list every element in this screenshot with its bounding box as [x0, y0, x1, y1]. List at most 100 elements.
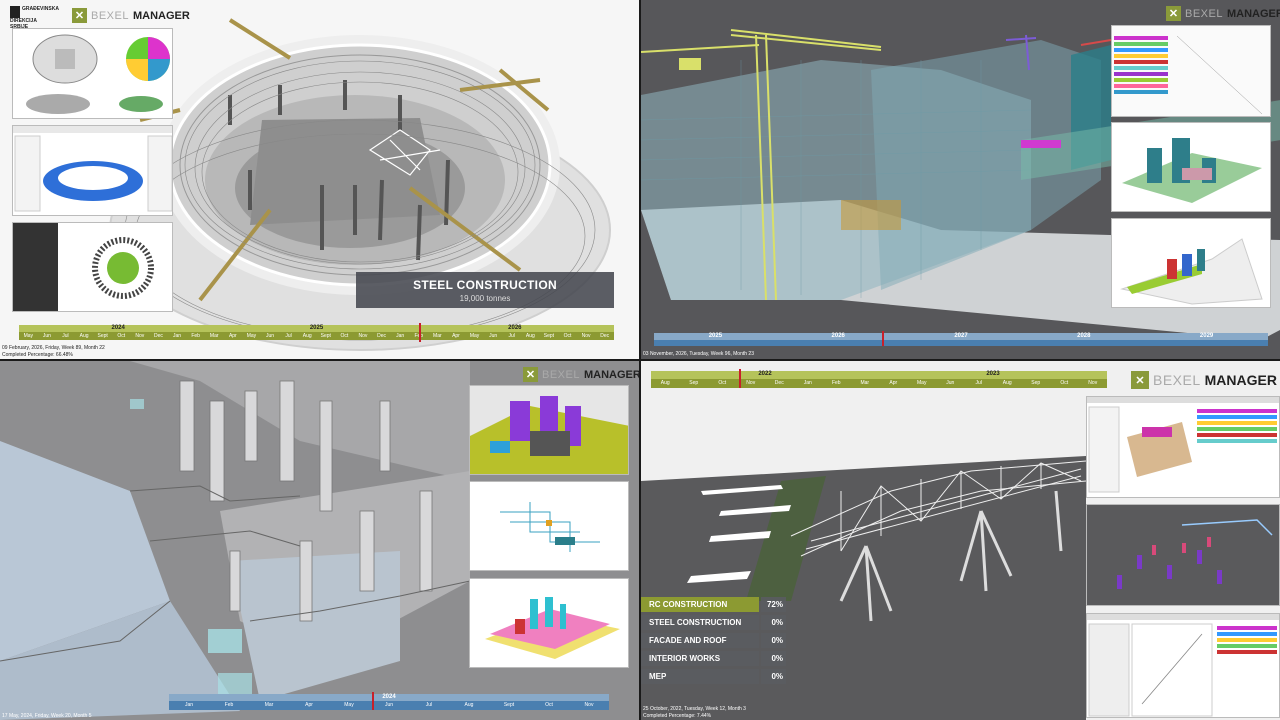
timeline-year: 2027	[954, 333, 968, 339]
thumbnail-model-teal[interactable]	[1111, 122, 1271, 212]
timeline-month[interactable]: Jan	[391, 332, 410, 340]
timeline-month[interactable]: Nov	[569, 701, 609, 710]
timeline-month[interactable]: Jun	[369, 701, 409, 710]
timeline-month[interactable]: Dec	[372, 332, 391, 340]
timeline-current-marker[interactable]	[372, 692, 374, 710]
timeline-month[interactable]: May	[908, 379, 937, 388]
timeline-month[interactable]: Jun	[936, 379, 965, 388]
phase-label: INTERIOR WORKS	[641, 651, 760, 666]
thumbnail-model-pink[interactable]	[469, 578, 629, 668]
timeline-month[interactable]: Aug	[521, 332, 540, 340]
timeline-month[interactable]: Oct	[1050, 379, 1079, 388]
timeline-current-marker[interactable]	[882, 331, 884, 346]
timeline-month[interactable]: May	[19, 332, 38, 340]
timeline-month[interactable]: Jul	[502, 332, 521, 340]
timeline-q2[interactable]: 2025 2026 2027 2028 2029	[654, 331, 1268, 346]
phase-value: 0%	[761, 669, 786, 684]
thumbnail-software-dark[interactable]	[12, 222, 173, 312]
phase-label: FACADE AND ROOF	[641, 633, 760, 648]
timeline-month[interactable]: Mar	[205, 332, 224, 340]
model-teal-preview	[1122, 138, 1262, 203]
timeline-month[interactable]: Mar	[851, 379, 880, 388]
timeline-month[interactable]: Apr	[879, 379, 908, 388]
timeline-month[interactable]: Aug	[75, 332, 94, 340]
timeline-month[interactable]: Oct	[558, 332, 577, 340]
timeline-month[interactable]: Oct	[529, 701, 569, 710]
timeline-month[interactable]: Mar	[428, 332, 447, 340]
thumbnail-software-schedule[interactable]	[1086, 396, 1280, 498]
four-panel-grid: GRAĐEVINSKA DIREKCIJA SRBIJE ✕ BEXEL MANAGE…	[0, 0, 1280, 720]
timeline-month[interactable]: Jul	[56, 332, 75, 340]
timeline-month[interactable]: Jun	[484, 332, 503, 340]
bexel-logo: ✕ BEXEL MANAGER	[523, 367, 639, 382]
timeline-month[interactable]: Sept	[317, 332, 336, 340]
timeline-month[interactable]: Aug	[298, 332, 317, 340]
phase-value: 0%	[761, 651, 786, 666]
timeline-month[interactable]: Jan	[168, 332, 187, 340]
timeline-month[interactable]: Nov	[1079, 379, 1108, 388]
bexel-logo: ✕ BEXEL MANAGER	[1166, 6, 1280, 21]
timeline-month[interactable]: Nov	[577, 332, 596, 340]
timeline-month[interactable]: Jun	[38, 332, 57, 340]
timeline-month[interactable]: Feb	[209, 701, 249, 710]
timeline-month[interactable]: Jan	[794, 379, 823, 388]
timeline-years: 2025 2026 2027 2028 2029	[654, 333, 1268, 340]
timeline-q1[interactable]: 2024 2025 2026 May Jun Jul Aug Sept Oct Nov Dec…	[19, 323, 614, 342]
timeline-year: 2023	[986, 371, 1000, 377]
timeline-month[interactable]: Aug	[651, 379, 680, 388]
timeline-month[interactable]: Oct	[335, 332, 354, 340]
bexel-x-icon: ✕	[1166, 6, 1181, 21]
timeline-years: 2024	[169, 694, 609, 701]
timeline-month[interactable]: Jul	[965, 379, 994, 388]
model-colored-preview	[470, 386, 628, 474]
timeline-month[interactable]: May	[465, 332, 484, 340]
timeline-q4[interactable]: 2022 2023 Aug Sep Oct Nov Dec Jan Feb Mar Apr May…	[651, 369, 1108, 388]
timeline-month[interactable]: Feb	[822, 379, 851, 388]
phase-label: STEEL CONSTRUCTION	[641, 615, 760, 630]
timeline-month[interactable]: May	[242, 332, 261, 340]
timeline-month[interactable]: Apr	[224, 332, 243, 340]
timeline-month[interactable]: Apr	[289, 701, 329, 710]
timeline-month[interactable]: Jun	[261, 332, 280, 340]
status-date: 03 November, 2026, Tuesday, Week 96, Mon…	[643, 351, 754, 357]
timeline-q3[interactable]: 2024 Jan Feb Mar Apr May Jun Jul Aug Sept Oct Nov	[169, 692, 609, 710]
timeline-month[interactable]: Sep	[1022, 379, 1051, 388]
phase-title: STEEL CONSTRUCTION	[413, 278, 557, 292]
timeline-month[interactable]: Dec	[149, 332, 168, 340]
timeline-month[interactable]: Nov	[131, 332, 150, 340]
timeline-month[interactable]: Sept	[540, 332, 559, 340]
thumbnail-model-mep[interactable]	[469, 481, 629, 571]
thumbnail-stadium-plan[interactable]	[12, 28, 173, 119]
timeline-month[interactable]: Apr	[447, 332, 466, 340]
site-columns-preview	[1117, 519, 1273, 589]
thumbnail-site-columns[interactable]	[1086, 504, 1280, 606]
phase-overlay: STEEL CONSTRUCTION 19,000 tonnes	[356, 272, 614, 308]
timeline-month[interactable]: Jul	[409, 701, 449, 710]
timeline-month[interactable]: Oct	[112, 332, 131, 340]
timeline-month[interactable]: Jul	[279, 332, 298, 340]
timeline-month[interactable]: May	[329, 701, 369, 710]
timeline-month[interactable]: Jan	[169, 701, 209, 710]
timeline-month[interactable]: Dec	[595, 332, 614, 340]
timeline-current-marker[interactable]	[419, 323, 421, 342]
timeline-month[interactable]: Aug	[993, 379, 1022, 388]
timeline-month[interactable]: Nov	[354, 332, 373, 340]
timeline-month[interactable]: Feb	[186, 332, 205, 340]
thumbnail-model-colored[interactable]	[469, 385, 629, 475]
timeline-month[interactable]: Aug	[449, 701, 489, 710]
timeline-month[interactable]: Sep	[680, 379, 709, 388]
thumbnail-software-blue[interactable]	[12, 125, 173, 216]
timeline-year: 2025	[708, 333, 723, 339]
thumbnail-schedule-table[interactable]	[1111, 25, 1271, 117]
timeline-current-marker[interactable]	[739, 369, 741, 388]
thumbnail-software-gantt[interactable]	[1086, 613, 1280, 718]
timeline-month[interactable]: Oct	[708, 379, 737, 388]
timeline-month[interactable]: Sept	[93, 332, 112, 340]
phase-row: STEEL CONSTRUCTION 0%	[641, 615, 786, 630]
thumbnail-model-site[interactable]	[1111, 218, 1271, 308]
model-site-preview	[1120, 238, 1263, 305]
timeline-month[interactable]: Mar	[249, 701, 289, 710]
phase-value: 0%	[761, 615, 786, 630]
timeline-month[interactable]: Dec	[765, 379, 794, 388]
timeline-month[interactable]: Sept	[489, 701, 529, 710]
